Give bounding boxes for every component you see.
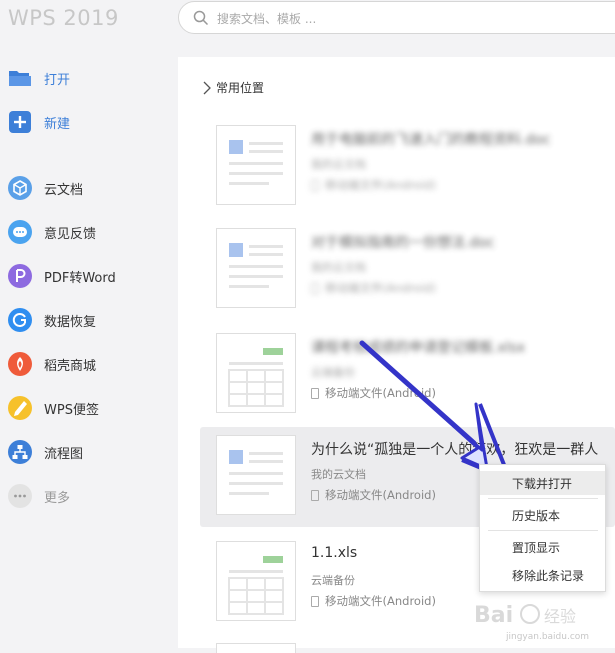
- sidebar-item-pdf-to-word[interactable]: PDF转Word: [0, 258, 178, 294]
- file-name: 对于模拟指南的一份想法.doc: [311, 235, 495, 251]
- sidebar-item-wps-notes[interactable]: WPS便签: [0, 390, 178, 426]
- sidebar-item-label: 云文档: [44, 182, 84, 198]
- pen-note-icon: [8, 396, 32, 420]
- phone-icon: [311, 595, 319, 607]
- menu-divider: [488, 530, 598, 531]
- phone-icon: [311, 282, 319, 294]
- menu-item-remove-record[interactable]: 移除此条记录: [480, 563, 605, 587]
- phone-icon: [311, 489, 319, 501]
- doc-thumbnail: [216, 228, 296, 308]
- xls-thumbnail: [216, 541, 296, 621]
- file-source: 移动端文件(Android): [311, 177, 436, 193]
- doc-thumbnail: [216, 125, 296, 205]
- sidebar-item-label: 新建: [44, 116, 71, 132]
- sidebar-item-new[interactable]: 新建: [0, 104, 178, 140]
- file-source: 移动端文件(Android): [311, 593, 436, 609]
- sidebar-item-feedback[interactable]: 意见反馈: [0, 214, 178, 250]
- menu-item-download-open[interactable]: 下载并打开: [480, 471, 605, 495]
- sidebar-item-flowchart[interactable]: 流程图: [0, 434, 178, 470]
- sidebar-item-label: 流程图: [44, 446, 84, 462]
- phone-icon: [311, 179, 319, 191]
- chat-bubble-icon: [8, 220, 32, 244]
- more-dots-icon: [8, 484, 32, 508]
- app-title: WPS 2019: [8, 6, 119, 30]
- xls-thumbnail: [216, 333, 296, 413]
- cloud-cube-icon: [8, 176, 32, 200]
- search-box[interactable]: [178, 1, 615, 34]
- sidebar-item-label: PDF转Word: [44, 270, 116, 286]
- file-location: 云端备份: [311, 366, 355, 379]
- file-row[interactable]: 对于模拟指南的一份想法.doc 我的云文档 移动端文件(Android): [200, 220, 615, 320]
- context-menu: 下载并打开 历史版本 置顶显示 移除此条记录: [479, 464, 606, 592]
- file-source: 移动端文件(Android): [311, 280, 436, 296]
- file-name: 用于电脑前的飞速入门的教程资料.doc: [311, 132, 551, 148]
- pdf-to-word-icon: [8, 264, 32, 288]
- sidebar-item-label: 数据恢复: [44, 314, 97, 330]
- phone-icon: [311, 387, 319, 399]
- menu-item-pin-top[interactable]: 置顶显示: [480, 535, 605, 559]
- sidebar-item-label: 意见反馈: [44, 226, 97, 242]
- search-input[interactable]: [215, 7, 599, 31]
- file-row[interactable]: 用于电脑前的飞速入门的教程资料.doc 我的云文档 移动端文件(Android): [200, 117, 615, 217]
- file-location: 我的云文档: [311, 261, 366, 274]
- sidebar-item-label: 打开: [44, 72, 71, 88]
- sidebar-item-cloud-docs[interactable]: 云文档: [0, 170, 178, 206]
- sidebar-item-label: WPS便签: [44, 402, 99, 418]
- file-name: 1.1.xls: [311, 545, 358, 561]
- search-icon: [193, 10, 209, 26]
- docer-store-icon: [8, 352, 32, 376]
- file-name: 课程考核成绩的申请登记模板.xlsx: [311, 340, 526, 356]
- breadcrumb-label: 常用位置: [216, 81, 265, 95]
- sidebar-item-label: 稻壳商城: [44, 358, 97, 374]
- doc-thumbnail: [216, 643, 296, 653]
- file-name: 为什么说“孤独是一个人的狂欢，狂欢是一群人: [311, 442, 599, 458]
- file-source: 移动端文件(Android): [311, 487, 436, 503]
- breadcrumb[interactable]: 常用位置: [202, 79, 264, 96]
- plus-icon: [9, 111, 31, 133]
- file-location: 我的云文档: [311, 468, 366, 481]
- folder-open-icon: [8, 66, 32, 90]
- sidebar-item-docer-store[interactable]: 稻壳商城: [0, 346, 178, 382]
- menu-item-history-version[interactable]: 历史版本: [480, 503, 605, 527]
- file-location: 我的云文档: [311, 158, 366, 171]
- sidebar-item-open[interactable]: 打开: [0, 60, 178, 96]
- sidebar-item-more[interactable]: 更多: [0, 478, 178, 514]
- file-source: 移动端文件(Android): [311, 385, 436, 401]
- data-recovery-icon: [8, 308, 32, 332]
- menu-divider: [488, 498, 598, 499]
- chevron-right-icon: [203, 81, 211, 94]
- file-location: 云端备份: [311, 574, 355, 587]
- doc-thumbnail: [216, 435, 296, 515]
- sidebar-item-label: 更多: [44, 490, 71, 506]
- sidebar-item-data-recovery[interactable]: 数据恢复: [0, 302, 178, 338]
- flowchart-icon: [8, 440, 32, 464]
- file-row[interactable]: 课程考核成绩的申请登记模板.xlsx 云端备份 移动端文件(Android): [200, 325, 615, 425]
